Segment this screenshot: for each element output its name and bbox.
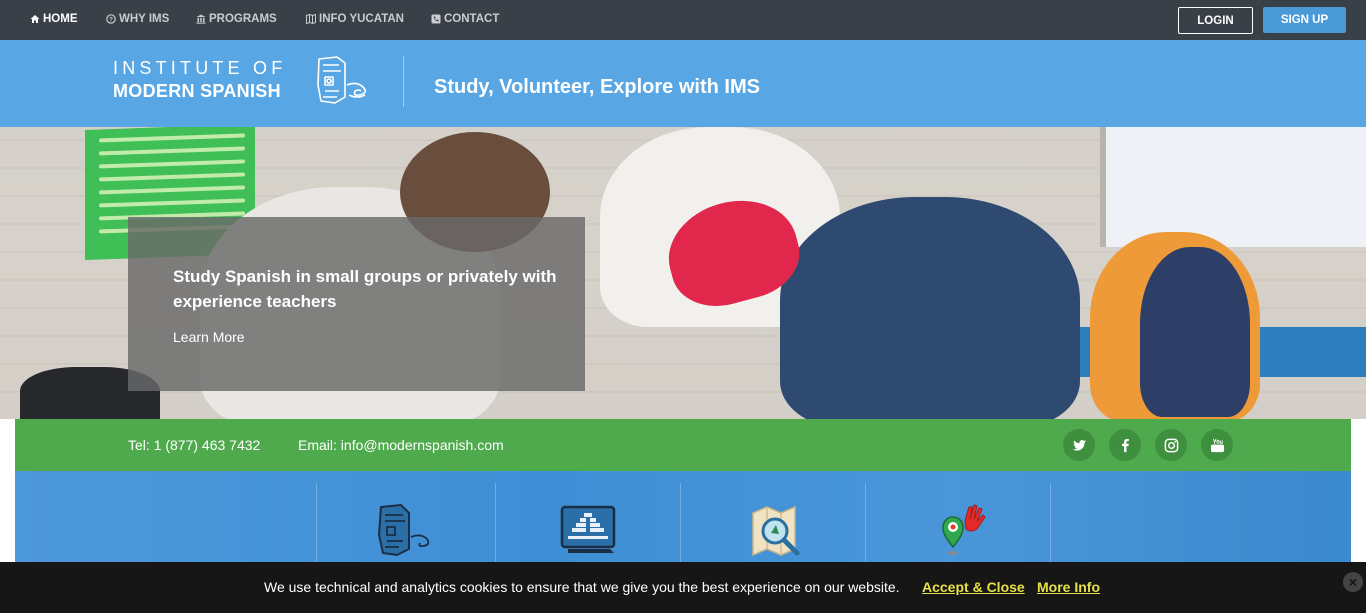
pyramid-screen-icon[interactable] [558,503,618,559]
youtube-icon[interactable] [1201,429,1233,461]
question-circle-icon: ? [106,14,116,24]
learn-more-link[interactable]: Learn More [173,329,245,345]
location-pin-hand-icon[interactable] [935,503,995,559]
mayan-head-logo-icon [317,56,367,104]
hero-window [1100,127,1366,247]
top-navbar: HOME ? WHY IMS PROGRAMS INFO YUCATAN CON… [0,0,1366,40]
home-icon [30,14,40,24]
nav-item-home[interactable]: HOME [30,13,78,25]
map-magnifier-icon[interactable] [749,503,809,559]
header-divider [403,56,404,107]
facebook-icon[interactable] [1109,429,1141,461]
phone-value[interactable]: 1 (877) 463 7432 [154,437,261,453]
cookie-more-info-link[interactable]: More Info [1037,579,1100,595]
accept-cookies-button[interactable]: Accept & Close [922,579,1025,595]
nav-item-label: CONTACT [444,13,500,25]
svg-text:?: ? [109,17,113,24]
cookie-message: We use technical and analytics cookies t… [264,579,900,595]
hero-person [780,197,1080,419]
mayan-head-icon[interactable] [375,503,435,559]
cookie-banner: We use technical and analytics cookies t… [0,562,1366,613]
email-label: Email: [298,437,337,453]
map-icon [306,14,316,24]
nav-item-label: WHY IMS [119,13,170,25]
institution-icon [196,14,206,24]
contact-email: Email: info@modernspanish.com [298,437,504,453]
signup-button[interactable]: SIGN UP [1263,7,1346,33]
hero-person [1140,247,1250,417]
twitter-icon[interactable] [1063,429,1095,461]
instagram-icon[interactable] [1155,429,1187,461]
contact-bar: Tel: 1 (877) 463 7432 Email: info@modern… [15,419,1351,471]
contact-phone: Tel: 1 (877) 463 7432 [128,437,260,453]
nav-item-programs[interactable]: PROGRAMS [196,13,277,25]
header-banner: INSTITUTE OF MODERN SPANISH Study, Volun… [0,40,1366,127]
nav-item-why-ims[interactable]: ? WHY IMS [106,13,169,25]
email-value[interactable]: info@modernspanish.com [341,437,504,453]
login-button[interactable]: LOGIN [1178,7,1253,34]
phone-square-icon [431,14,441,24]
phone-label: Tel: [128,437,150,453]
header-tagline: Study, Volunteer, Explore with IMS [434,76,760,98]
close-icon[interactable]: × [1343,572,1363,592]
nav-item-label: PROGRAMS [209,13,277,25]
hero-title: Study Spanish in small groups or private… [173,267,557,311]
nav-item-label: INFO YUCATAN [319,13,404,25]
logo-line-2: MODERN SPANISH [113,81,281,101]
logo-line-1: INSTITUTE OF [113,58,287,78]
nav-item-info-yucatan[interactable]: INFO YUCATAN [306,13,404,25]
nav-item-label: HOME [43,13,78,25]
nav-item-contact[interactable]: CONTACT [431,13,499,25]
site-logo[interactable]: INSTITUTE OF MODERN SPANISH [113,58,286,102]
